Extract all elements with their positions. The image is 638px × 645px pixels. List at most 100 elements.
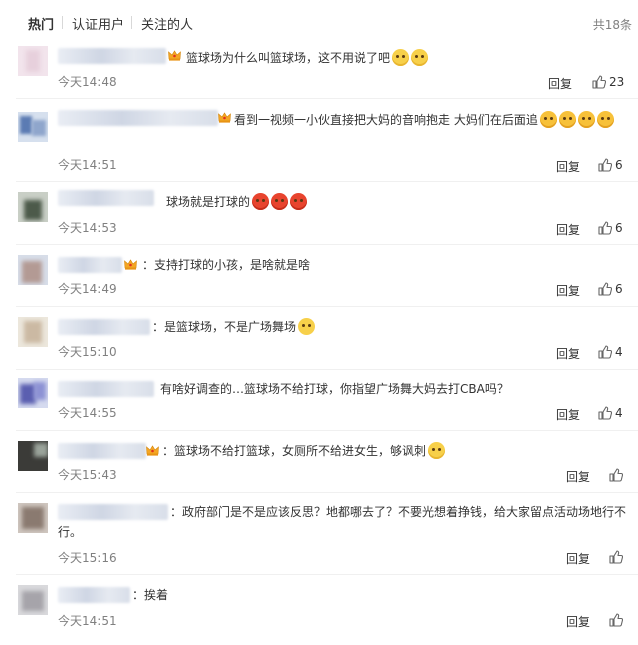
reply-button[interactable]: 回复 xyxy=(556,282,580,299)
comment-text: 看到一视频一小伙直接把大妈的音响抱走 大妈们在后面追 xyxy=(58,110,628,130)
angry-emoji-icon xyxy=(271,193,289,210)
avatar[interactable] xyxy=(18,192,48,222)
reply-button[interactable]: 回复 xyxy=(556,158,580,175)
comment-count: 共18条 xyxy=(592,18,632,32)
vip-badge-icon xyxy=(168,50,181,61)
avatar[interactable] xyxy=(18,46,48,76)
comment-time: 今天14:49 xyxy=(58,282,117,296)
angry-emoji-icon xyxy=(252,193,270,210)
username-blurred[interactable] xyxy=(58,381,154,397)
comment-text-content: 看到一视频一小伙直接把大妈的音响抱走 大妈们在后面追 xyxy=(234,113,538,127)
laughing-emoji-icon xyxy=(539,111,557,128)
like-count: 6 xyxy=(615,282,623,296)
divider xyxy=(16,574,638,575)
divider xyxy=(16,492,638,493)
comment-text-content: 篮球场为什么叫篮球场，这不用说了吧 xyxy=(186,51,391,65)
like-button[interactable]: 6 xyxy=(598,282,623,296)
comment-text: ：篮球场不给打篮球，女厕所不给进女生，够讽刺 xyxy=(162,441,446,461)
comment-time: 今天14:48 xyxy=(58,75,117,89)
reply-button[interactable]: 回复 xyxy=(556,221,580,238)
avatar[interactable] xyxy=(18,112,48,142)
comment-text-content: 挨着 xyxy=(144,588,169,602)
comment-time: 今天14:51 xyxy=(58,614,117,628)
comment-time: 今天14:51 xyxy=(58,158,117,172)
like-button[interactable]: 6 xyxy=(598,221,623,235)
reply-button[interactable]: 回复 xyxy=(556,345,580,362)
username-blurred[interactable] xyxy=(58,443,146,459)
comment-time: 今天14:55 xyxy=(58,406,117,420)
comment-text: ：支持打球的小孩，是啥就是啥 xyxy=(142,258,311,272)
vip-badge-icon xyxy=(146,445,159,456)
divider xyxy=(16,181,638,182)
angry-emoji-icon xyxy=(290,193,308,210)
grinning-emoji-icon xyxy=(428,442,446,459)
thumbs-up-icon xyxy=(609,613,623,627)
laughing-emoji-icon xyxy=(577,111,595,128)
reply-button[interactable]: 回复 xyxy=(556,406,580,423)
tab-hot[interactable]: 热门 xyxy=(28,14,54,33)
comment-time: 今天15:43 xyxy=(58,468,117,482)
like-button[interactable]: 23 xyxy=(592,75,624,89)
username-blurred[interactable] xyxy=(58,257,122,273)
smile-emoji-icon xyxy=(411,49,429,66)
like-button[interactable]: 4 xyxy=(598,406,623,420)
reply-button[interactable]: 回复 xyxy=(566,550,590,567)
like-button[interactable]: 6 xyxy=(598,158,623,172)
tab-following[interactable]: 关注的人 xyxy=(141,14,193,33)
divider xyxy=(16,430,638,431)
thumbs-up-icon xyxy=(598,282,612,296)
like-button[interactable] xyxy=(609,550,626,564)
reply-button[interactable]: 回复 xyxy=(566,468,590,485)
tab-verified-users[interactable]: 认证用户 xyxy=(72,14,124,33)
username-blurred[interactable] xyxy=(58,587,130,603)
thumbs-up-icon xyxy=(598,345,612,359)
comment-text: ：挨着 xyxy=(132,588,169,602)
comment-time: 今天15:16 xyxy=(58,551,117,565)
comment-text: ：是篮球场，不是广场舞场 xyxy=(152,317,316,337)
avatar[interactable] xyxy=(18,378,48,408)
divider xyxy=(16,306,638,307)
comment-text-content: 是篮球场，不是广场舞场 xyxy=(164,320,297,334)
thumbs-up-icon xyxy=(598,406,612,420)
thumbs-up-icon xyxy=(609,550,623,564)
avatar[interactable] xyxy=(18,317,48,347)
like-count: 23 xyxy=(609,75,625,89)
like-count: 4 xyxy=(615,345,623,359)
reply-button[interactable]: 回复 xyxy=(566,613,590,630)
avatar[interactable] xyxy=(18,255,48,285)
vip-badge-icon xyxy=(124,259,137,270)
avatar[interactable] xyxy=(18,585,48,615)
like-count: 6 xyxy=(615,221,623,235)
like-button[interactable] xyxy=(609,613,626,627)
username-blurred[interactable] xyxy=(58,48,166,64)
thumbs-up-icon xyxy=(598,158,612,172)
comment-text: 球场就是打球的 xyxy=(166,192,308,212)
comment-text-content: 支持打球的小孩，是啥就是啥 xyxy=(154,258,311,272)
avatar[interactable] xyxy=(18,441,48,471)
tab-divider xyxy=(62,16,63,29)
comment-text: 篮球场为什么叫篮球场，这不用说了吧 xyxy=(186,48,429,68)
laughing-emoji-icon xyxy=(558,111,576,128)
comment-text: 有啥好调查的…篮球场不给打球，你指望广场舞大妈去打CBA吗？ xyxy=(160,379,509,399)
comment-time: 今天15:10 xyxy=(58,345,117,359)
thinking-emoji-icon xyxy=(298,318,316,335)
thumbs-up-icon xyxy=(598,221,612,235)
comment-filter-tabs: 热门 认证用户 关注的人 共18条 xyxy=(0,0,638,40)
tab-divider xyxy=(131,16,132,29)
like-button[interactable]: 4 xyxy=(598,345,623,359)
like-button[interactable] xyxy=(609,468,626,482)
comment-text-content: 球场就是打球的 xyxy=(166,195,251,209)
username-blurred[interactable] xyxy=(58,319,150,335)
username-blurred[interactable] xyxy=(58,190,154,206)
like-count: 4 xyxy=(615,406,623,420)
thumbs-up-icon xyxy=(592,75,606,89)
avatar[interactable] xyxy=(18,503,48,533)
thumbs-up-icon xyxy=(609,468,623,482)
comment-text: ：政府部门是不是应该反思？地都哪去了？不要光想着挣钱，给大家留点活动场地行不行。 xyxy=(58,505,627,539)
comment-text-content: 有啥好调查的…篮球场不给打球，你指望广场舞大妈去打CBA吗？ xyxy=(160,382,509,396)
divider xyxy=(16,98,638,99)
laughing-emoji-icon xyxy=(596,111,614,128)
divider xyxy=(16,244,638,245)
divider xyxy=(16,369,638,370)
reply-button[interactable]: 回复 xyxy=(548,75,572,92)
